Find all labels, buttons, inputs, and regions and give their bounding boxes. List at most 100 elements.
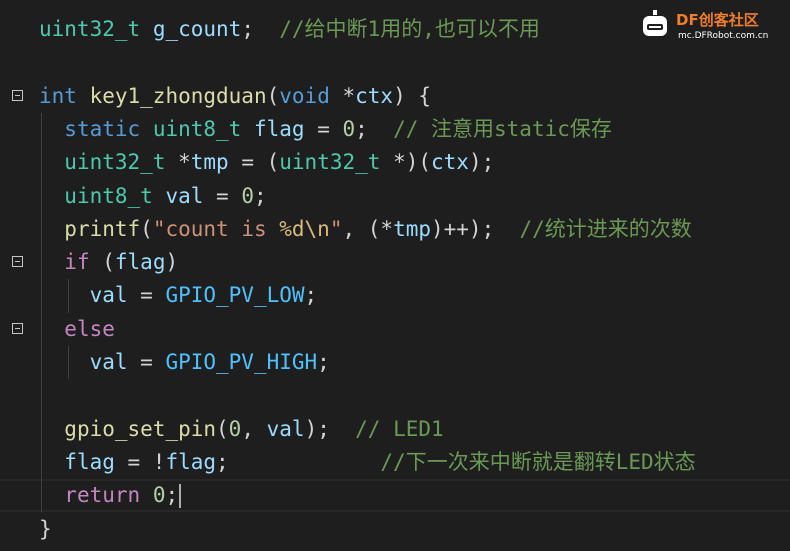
watermark-title: DF创客社区 <box>676 11 759 29</box>
code-text: flag = !flag; //下一次来中断就是翻转LED状态 <box>39 446 696 479</box>
indent-guide <box>68 346 69 380</box>
code-token: uint32_t <box>39 17 141 41</box>
code-token: // LED1 <box>355 416 444 441</box>
code-token: ; <box>241 17 280 41</box>
code-token: else <box>64 316 115 341</box>
code-token: ( <box>216 416 229 441</box>
code-token: ; <box>216 449 381 474</box>
code-token: if <box>64 250 90 275</box>
code-token: val <box>89 350 128 374</box>
text-cursor <box>179 484 182 509</box>
code-token: 0 <box>228 416 242 441</box>
code-token: uint8_t <box>64 183 153 208</box>
fold-collapse-icon[interactable] <box>12 322 23 334</box>
code-text: uint8_t val = 0; <box>39 180 267 213</box>
code-token: ); <box>468 150 495 175</box>
code-token: GPIO_PV_LOW <box>165 283 305 308</box>
code-line[interactable]: return 0; <box>0 479 790 513</box>
code-line[interactable]: val = GPIO_PV_LOW; <box>0 279 790 312</box>
code-line[interactable]: flag = !flag; //下一次来中断就是翻转LED状态 <box>0 446 790 479</box>
code-token: "count is <box>152 216 280 241</box>
code-token: //给中断1用的,也可以不用 <box>279 17 540 41</box>
fold-collapse-icon[interactable] <box>12 89 23 101</box>
code-line[interactable]: gpio_set_pin(0, val); // LED1 <box>0 413 790 446</box>
code-token: = <box>127 350 166 374</box>
code-line[interactable]: } <box>0 513 790 546</box>
code-line[interactable]: val = GPIO_PV_HIGH; <box>0 346 790 379</box>
code-text: printf("count is %d\n", (*tmp)++); //统计进… <box>39 213 692 246</box>
code-editor[interactable]: uint32_t g_count; //给中断1用的,也可以不用 int key1… <box>0 0 790 551</box>
code-token: ) { <box>393 83 432 108</box>
code-text: gpio_set_pin(0, val); // LED1 <box>39 413 444 446</box>
code-token: uint32_t <box>64 150 166 175</box>
code-token: ; <box>317 350 330 374</box>
code-token: ( <box>89 250 115 275</box>
code-text: return 0; <box>39 481 182 510</box>
code-token: ) <box>165 250 179 275</box>
code-line[interactable]: int key1_zhongduan(void *ctx) { <box>0 80 790 113</box>
code-text: } <box>39 513 52 546</box>
code-token: * <box>329 83 356 108</box>
indent-guide <box>68 279 69 313</box>
code-token: ); <box>304 416 356 441</box>
code-token: ; <box>254 183 267 208</box>
code-token: flag <box>253 116 305 141</box>
code-line[interactable]: uint8_t val = 0; <box>0 180 790 213</box>
code-token: = ! <box>114 449 166 474</box>
code-text: int key1_zhongduan(void *ctx) { <box>39 80 431 113</box>
code-token: 0 <box>342 116 356 141</box>
code-token: GPIO_PV_HIGH <box>165 350 318 374</box>
code-token: = <box>304 116 343 141</box>
code-token: *)( <box>380 150 431 175</box>
code-token: 0 <box>241 183 254 208</box>
code-text: static uint8_t flag = 0; // 注意用static保存 <box>39 113 612 146</box>
code-token: uint8_t <box>152 116 242 141</box>
code-token: val <box>165 183 204 208</box>
code-token: %d\n <box>279 216 330 241</box>
code-token: 0 <box>152 483 166 508</box>
watermark-url: mc.DFRobot.com.cn <box>678 31 769 41</box>
code-line[interactable]: printf("count is %d\n", (*tmp)++); //统计进… <box>0 213 790 246</box>
code-token: tmp <box>393 216 431 241</box>
code-line[interactable] <box>0 379 790 412</box>
dfrobot-watermark: DF创客社区 mc.DFRobot.com.cn <box>628 4 788 48</box>
fold-collapse-icon[interactable] <box>12 256 23 268</box>
code-token: ( <box>266 83 280 108</box>
code-line[interactable]: static uint8_t flag = 0; // 注意用static保存 <box>0 113 790 146</box>
code-token: printf <box>64 216 141 241</box>
code-text: if (flag) <box>39 246 178 279</box>
code-token: ; <box>304 283 318 308</box>
code-text: else <box>39 313 115 346</box>
code-line[interactable] <box>0 46 790 79</box>
code-token: // 注意用static保存 <box>393 116 612 141</box>
code-token: = ( <box>228 150 280 175</box>
code-token: val <box>266 416 305 441</box>
code-text: uint32_t g_count; //给中断1用的,也可以不用 <box>39 13 540 46</box>
code-line[interactable]: if (flag) <box>0 246 790 279</box>
code-token: ; <box>165 483 179 508</box>
code-line[interactable]: uint32_t *tmp = (uint32_t *)(ctx); <box>0 146 790 179</box>
code-token: static <box>64 116 141 141</box>
code-token: " <box>329 216 343 241</box>
robot-logo-icon <box>643 10 667 36</box>
code-token: * <box>165 150 191 175</box>
code-token: gpio_set_pin <box>64 416 217 441</box>
code-token: //统计进来的次数 <box>519 216 692 241</box>
code-token: //下一次来中断就是翻转LED状态 <box>380 449 696 474</box>
code-token: key1_zhongduan <box>89 83 267 108</box>
code-line[interactable]: else <box>0 313 790 346</box>
